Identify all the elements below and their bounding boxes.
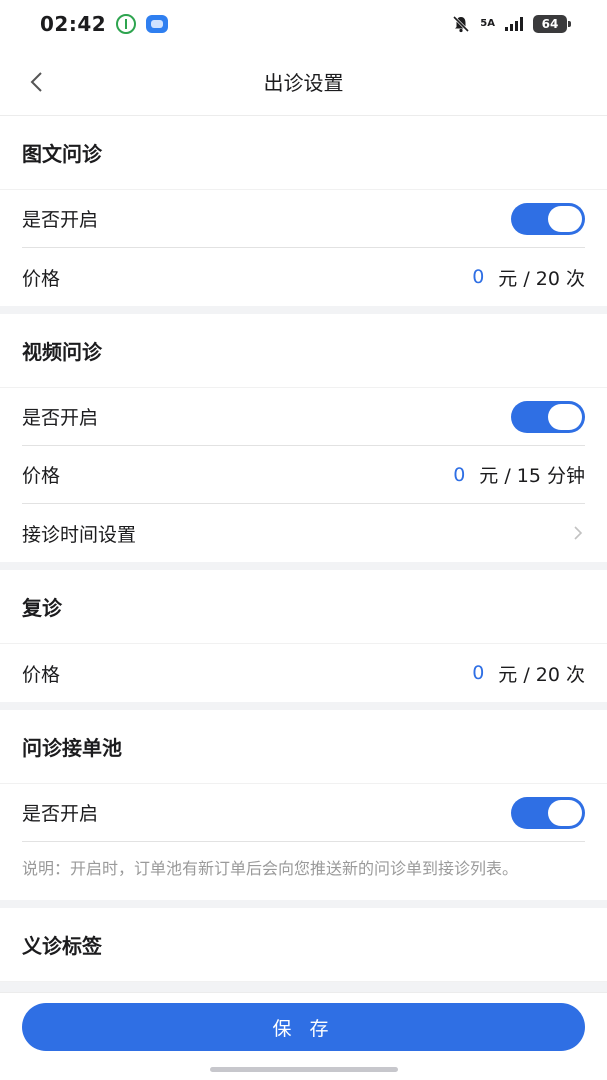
signal-icon bbox=[505, 17, 523, 31]
battery-icon: 64 bbox=[533, 15, 571, 33]
app-notification-icon bbox=[116, 14, 137, 34]
price-number: 0 bbox=[453, 463, 466, 486]
bottom-bar: 保 存 bbox=[0, 992, 607, 1080]
enable-label: 是否开启 bbox=[22, 209, 99, 231]
price-label: 价格 bbox=[22, 663, 61, 686]
message-notification-icon bbox=[146, 15, 169, 33]
enable-label: 是否开启 bbox=[22, 803, 99, 825]
section-title: 图文问诊 bbox=[0, 116, 607, 190]
section-title: 义诊标签 bbox=[0, 908, 607, 982]
video-toggle[interactable] bbox=[511, 400, 585, 433]
price-row[interactable]: 价格 0 元 / 15 分钟 bbox=[22, 446, 585, 504]
price-value[interactable]: 0 元 / 20 次 bbox=[472, 660, 585, 687]
price-value[interactable]: 0 元 / 20 次 bbox=[472, 264, 585, 291]
toggle-knob bbox=[548, 403, 582, 430]
section-title: 问诊接单池 bbox=[0, 710, 607, 784]
order-pool-toggle[interactable] bbox=[511, 796, 585, 829]
enable-row: 是否开启 bbox=[22, 388, 585, 446]
status-bar: 02:42 5A 64 bbox=[0, 0, 607, 48]
settings-content: 图文问诊 是否开启 价格 0 元 / 20 次 视频问诊 是否开启 价格 0 元… bbox=[0, 116, 607, 990]
section-follow-up: 复诊 价格 0 元 / 20 次 bbox=[0, 570, 607, 702]
status-right: 5A 64 bbox=[452, 15, 571, 33]
price-number: 0 bbox=[472, 662, 485, 684]
price-row[interactable]: 价格 0 元 / 20 次 bbox=[22, 248, 585, 306]
price-unit: 元 / 20 次 bbox=[498, 663, 585, 686]
section-free-clinic: 义诊标签 bbox=[0, 908, 607, 982]
network-type: 5A bbox=[480, 18, 495, 29]
toggle-knob bbox=[548, 799, 582, 826]
enable-row: 是否开启 bbox=[22, 784, 585, 842]
schedule-settings-row[interactable]: 接诊时间设置 bbox=[22, 504, 585, 562]
price-unit: 元 / 20 次 bbox=[498, 267, 585, 290]
home-indicator bbox=[210, 1067, 398, 1072]
save-button[interactable]: 保 存 bbox=[22, 1003, 585, 1051]
section-title: 视频问诊 bbox=[0, 314, 607, 388]
bell-off-icon bbox=[453, 15, 470, 33]
image-text-toggle[interactable] bbox=[511, 202, 585, 235]
section-order-pool: 问诊接单池 是否开启 说明：开启时，订单池有新订单后会向您推送新的问诊单到接诊列… bbox=[0, 710, 607, 900]
price-row[interactable]: 价格 0 元 / 20 次 bbox=[22, 644, 585, 702]
price-label: 价格 bbox=[22, 267, 61, 290]
enable-label: 是否开启 bbox=[22, 407, 99, 429]
section-image-text: 图文问诊 是否开启 价格 0 元 / 20 次 bbox=[0, 116, 607, 306]
toggle-knob bbox=[548, 205, 582, 232]
page-title: 出诊设置 bbox=[263, 71, 344, 95]
status-time: 02:42 bbox=[40, 12, 107, 36]
section-video: 视频问诊 是否开启 价格 0 元 / 15 分钟 接诊时间设置 bbox=[0, 314, 607, 562]
nav-bar: 出诊设置 bbox=[0, 48, 607, 116]
schedule-label: 接诊时间设置 bbox=[22, 523, 137, 546]
section-title: 复诊 bbox=[0, 570, 607, 644]
price-label: 价格 bbox=[22, 465, 61, 487]
price-value[interactable]: 0 元 / 15 分钟 bbox=[453, 461, 585, 488]
price-unit: 元 / 15 分钟 bbox=[479, 465, 585, 487]
enable-row: 是否开启 bbox=[22, 190, 585, 248]
order-pool-note: 说明：开启时，订单池有新订单后会向您推送新的问诊单到接诊列表。 bbox=[22, 859, 519, 878]
chevron-left-icon[interactable] bbox=[26, 70, 50, 94]
chevron-right-icon bbox=[574, 526, 583, 540]
price-number: 0 bbox=[472, 266, 485, 288]
status-left: 02:42 bbox=[40, 12, 169, 36]
